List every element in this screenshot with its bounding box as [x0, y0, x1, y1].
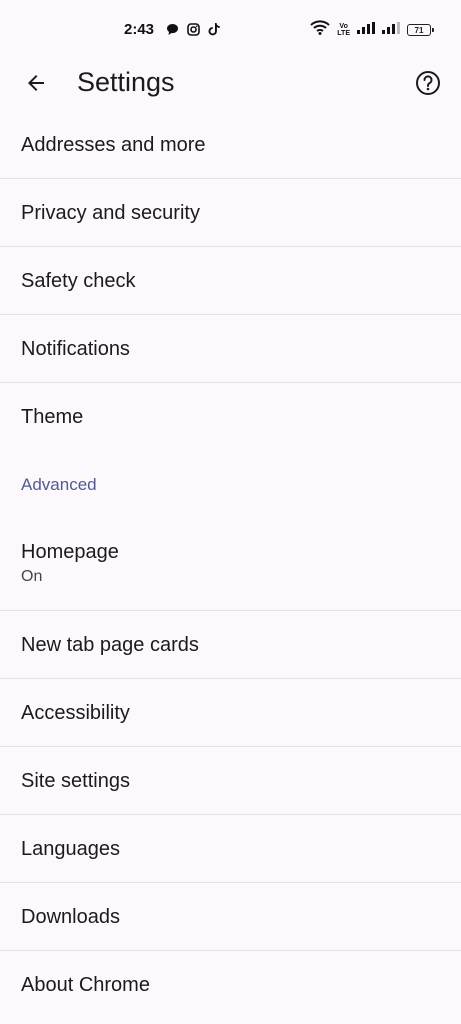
settings-item-label: Accessibility	[21, 701, 130, 724]
system-icons: Vo LTE 71	[310, 20, 434, 40]
settings-item-label: Languages	[21, 837, 120, 860]
signal-2-icon	[382, 21, 400, 39]
status-bar: 2:43 Vo LTE 71	[0, 0, 461, 60]
settings-item-site-settings[interactable]: Site settings	[0, 747, 461, 815]
instagram-icon	[187, 22, 200, 41]
settings-item-privacy[interactable]: Privacy and security	[0, 179, 461, 247]
app-bar: Settings	[0, 60, 461, 110]
battery-level: 71	[414, 25, 424, 35]
battery-icon: 71	[407, 24, 434, 36]
settings-item-new-tab-page-cards[interactable]: New tab page cards	[0, 611, 461, 679]
settings-item-label: New tab page cards	[21, 633, 199, 656]
settings-item-safety-check[interactable]: Safety check	[0, 247, 461, 315]
settings-item-theme[interactable]: Theme	[0, 383, 461, 451]
volte-label-top: Vo	[339, 23, 348, 30]
settings-item-addresses[interactable]: Addresses and more	[0, 111, 461, 179]
settings-item-label: Privacy and security	[21, 201, 200, 224]
status-time: 2:43	[124, 21, 155, 38]
settings-item-homepage[interactable]: Homepage On	[0, 518, 461, 611]
settings-item-label: Notifications	[21, 337, 130, 360]
settings-item-label: Homepage	[21, 541, 119, 563]
settings-item-about-chrome[interactable]: About Chrome	[0, 951, 461, 1019]
section-header-advanced: Advanced	[21, 474, 97, 494]
settings-item-notifications[interactable]: Notifications	[0, 315, 461, 383]
settings-item-accessibility[interactable]: Accessibility	[0, 679, 461, 747]
wifi-icon	[310, 20, 330, 40]
volte-label-bottom: LTE	[337, 30, 350, 37]
settings-item-downloads[interactable]: Downloads	[0, 883, 461, 951]
notification-icons	[166, 22, 220, 41]
settings-list: Addresses and more Privacy and security …	[0, 111, 461, 1019]
settings-item-languages[interactable]: Languages	[0, 815, 461, 883]
settings-item-label: Site settings	[21, 769, 130, 792]
help-button[interactable]	[412, 69, 444, 101]
arrow-back-icon	[24, 71, 48, 100]
help-icon	[415, 70, 441, 101]
settings-item-label: Theme	[21, 406, 84, 428]
chat-bubble-icon	[166, 23, 179, 41]
settings-item-label: About Chrome	[21, 974, 150, 996]
signal-1-icon	[357, 21, 375, 39]
back-button[interactable]	[20, 69, 52, 101]
settings-item-label: Downloads	[21, 905, 120, 928]
settings-item-label: Safety check	[21, 269, 136, 292]
settings-item-summary: On	[21, 568, 43, 585]
settings-item-label: Addresses and more	[21, 133, 206, 156]
tiktok-icon	[208, 22, 220, 41]
page-title: Settings	[77, 67, 175, 97]
volte-icon: Vo LTE	[337, 23, 350, 37]
